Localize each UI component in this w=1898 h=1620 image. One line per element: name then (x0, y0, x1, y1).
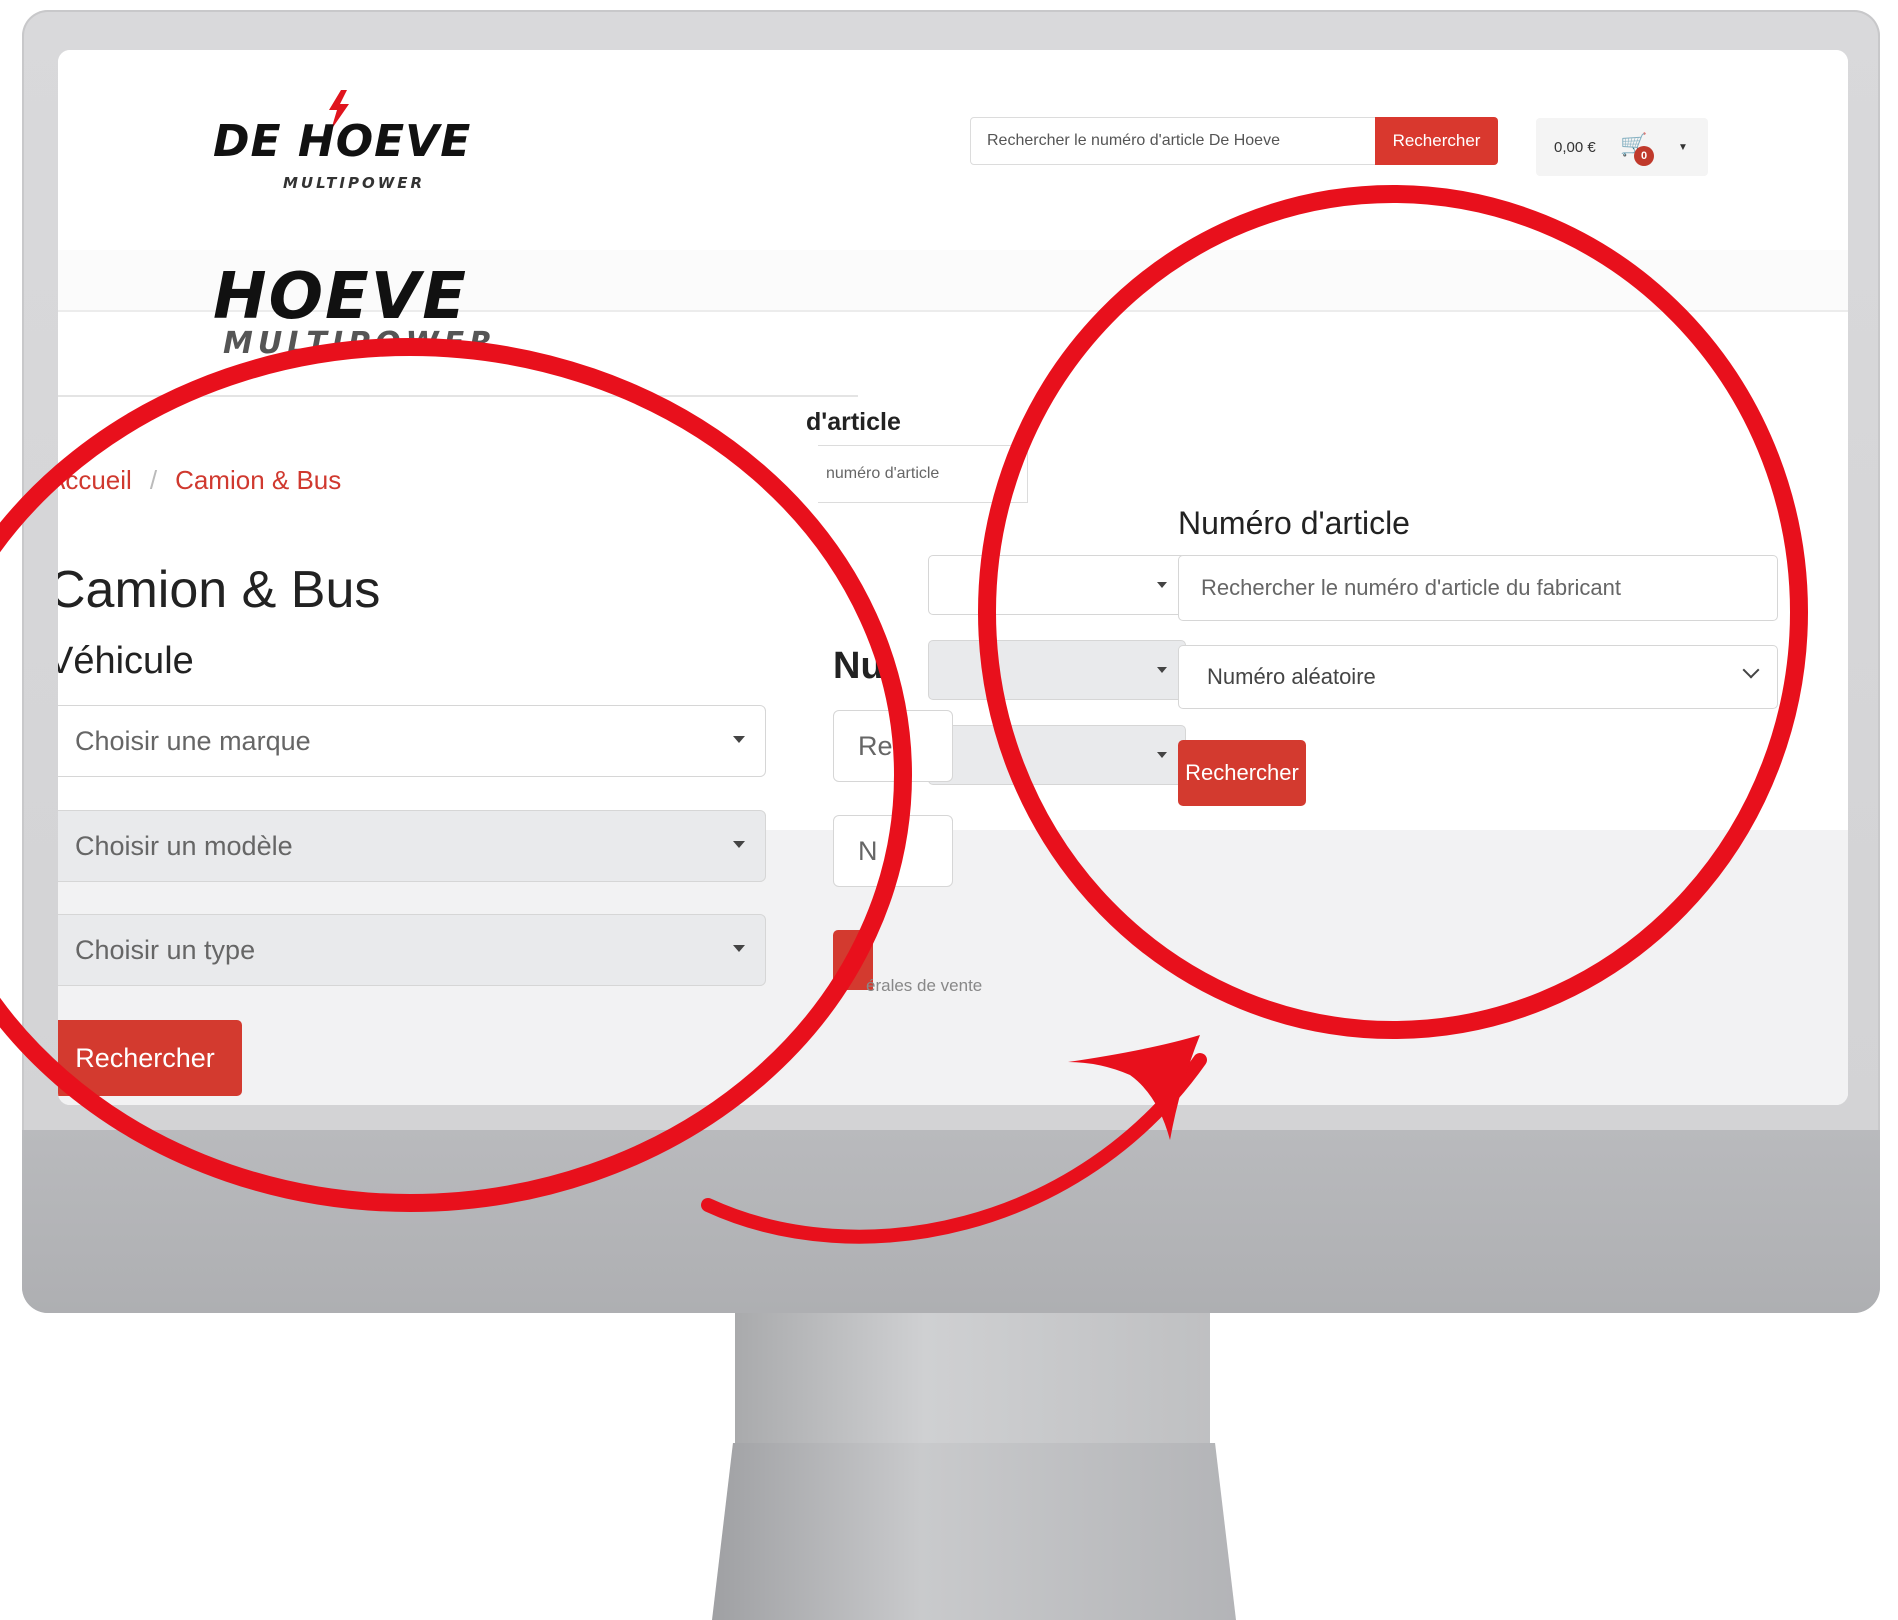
monitor-stand-neck (735, 1313, 1210, 1443)
logo-tagline: MULTIPOWER (283, 174, 426, 192)
input-fragment[interactable]: Re (833, 710, 953, 782)
manufacturer-article-placeholder: Rechercher le numéro d'article du fabric… (1201, 575, 1621, 600)
select-fragment-text: N (858, 835, 878, 866)
zoomed-logo-tagline: MULTIPOWER (223, 326, 498, 361)
cgv-link-fragment[interactable]: érales de vente (866, 976, 982, 996)
type-select[interactable]: Choisir un type (58, 914, 766, 986)
article-type-select-value: Numéro aléatoire (1207, 664, 1376, 689)
mid-select-3[interactable] (928, 725, 1186, 785)
caret-down-icon (733, 945, 745, 952)
breadcrumb: Accueil / Camion & Bus (58, 465, 341, 496)
brand-select-value: Choisir une marque (75, 725, 311, 756)
monitor-stand-foot (712, 1443, 1236, 1620)
select-fragment[interactable]: N (833, 815, 953, 887)
model-select-value: Choisir un modèle (75, 830, 293, 861)
cart-count-badge: 0 (1634, 146, 1654, 166)
page-title: Camion & Bus (58, 561, 381, 619)
type-select-value: Choisir un type (75, 934, 256, 965)
chevron-down-icon (1742, 661, 1760, 679)
caret-down-icon (1157, 582, 1167, 588)
vehicle-search-button[interactable]: Rechercher (58, 1020, 242, 1096)
article-heading-fragment: d'article (806, 408, 901, 436)
article-type-select[interactable]: Numéro aléatoire (1178, 645, 1778, 709)
caret-down-icon: ▼ (1678, 142, 1688, 153)
article-input-fragment-text: numéro d'article (826, 465, 940, 482)
monitor-screen: DE HOEVE MULTIPOWER Rechercher le numéro… (58, 50, 1848, 1105)
breadcrumb-current[interactable]: Camion & Bus (175, 465, 341, 495)
cart-dropdown[interactable]: 0,00 € 🛒 0 ▼ (1536, 118, 1708, 176)
vehicle-section-title: Véhicule (58, 640, 194, 682)
site-header: DE HOEVE MULTIPOWER Rechercher le numéro… (58, 50, 1848, 252)
mid-select-1[interactable] (928, 555, 1186, 615)
article-search-button[interactable]: Rechercher (1178, 740, 1306, 806)
zoomed-logo-wordmark: HOEVE (213, 260, 468, 334)
caret-down-icon (733, 736, 745, 743)
monitor-chin (22, 1130, 1880, 1313)
brand-select[interactable]: Choisir une marque (58, 705, 766, 777)
zoomed-logo: HOEVE MULTIPOWER (213, 260, 613, 380)
caret-down-icon (733, 841, 745, 848)
cart-total: 0,00 € (1554, 138, 1596, 156)
caret-down-icon (1157, 667, 1167, 673)
input-fragment-text: Re (858, 730, 893, 761)
divider (58, 395, 858, 397)
header-search-button[interactable]: Rechercher (1375, 117, 1498, 165)
logo-wordmark: DE HOEVE (213, 116, 472, 167)
model-select[interactable]: Choisir un modèle (58, 810, 766, 882)
section-title-fragment: Nu (833, 645, 884, 687)
manufacturer-article-input[interactable]: Rechercher le numéro d'article du fabric… (1178, 555, 1778, 621)
breadcrumb-separator: / (149, 465, 158, 495)
article-number-title: Numéro d'article (1178, 505, 1410, 541)
breadcrumb-home[interactable]: Accueil (58, 465, 132, 495)
article-input-fragment[interactable]: numéro d'article (818, 445, 1028, 503)
mid-select-2[interactable] (928, 640, 1186, 700)
caret-down-icon (1157, 752, 1167, 758)
article-search-placeholder: Rechercher le numéro d'article De Hoeve (987, 132, 1280, 149)
site-logo[interactable]: DE HOEVE MULTIPOWER (213, 90, 533, 200)
article-search-input[interactable]: Rechercher le numéro d'article De Hoeve (970, 117, 1376, 165)
